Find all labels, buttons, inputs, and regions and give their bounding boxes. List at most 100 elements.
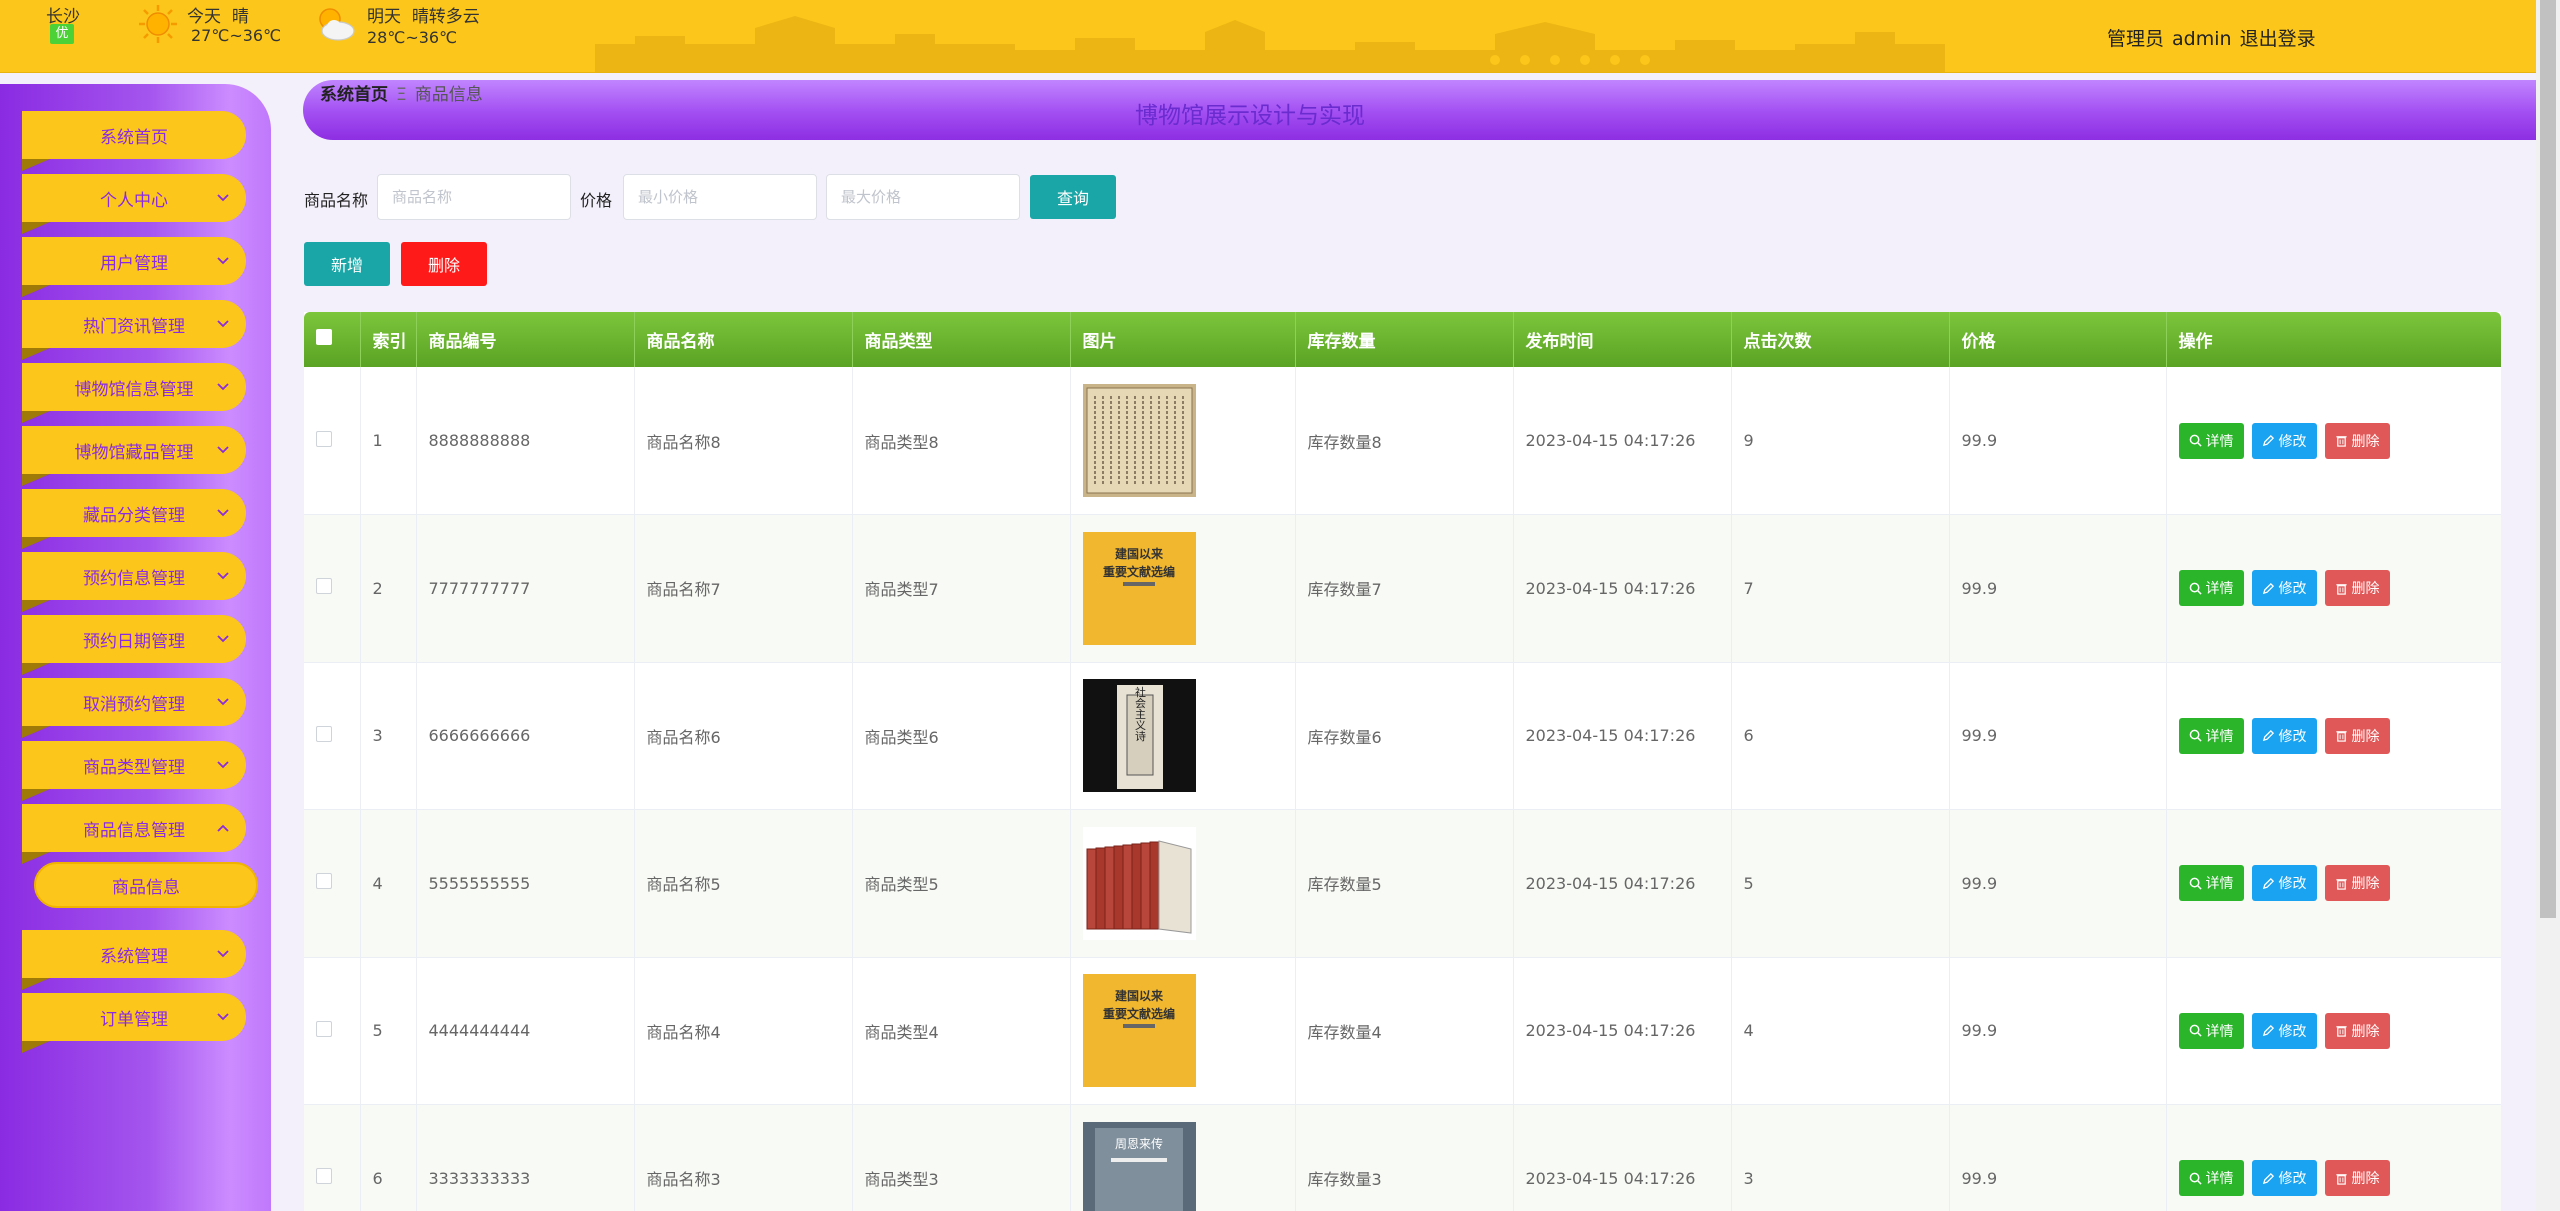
detail-button[interactable]: 详情 bbox=[2178, 1012, 2244, 1049]
cell-type: 商品类型3 bbox=[852, 1104, 1071, 1211]
edit-button[interactable]: 修改 bbox=[2251, 422, 2317, 459]
yellow-book-image: 建国以来重要文献选编 bbox=[1082, 531, 1196, 645]
trash-icon bbox=[2335, 878, 2347, 890]
min-price-input[interactable] bbox=[623, 174, 817, 220]
delete-button[interactable]: 删除 bbox=[2324, 717, 2390, 754]
sidebar-item-label: 博物馆藏品管理 bbox=[74, 442, 194, 463]
chevron-down-icon bbox=[217, 761, 229, 769]
cell-stock: 库存数量8 bbox=[1295, 367, 1514, 515]
col-header-image: 图片 bbox=[1070, 312, 1296, 367]
sidebar-item-orders[interactable]: 订单管理 bbox=[22, 993, 246, 1053]
delete-button[interactable]: 删除 bbox=[2324, 1012, 2390, 1049]
scrollbar-thumb[interactable] bbox=[2540, 0, 2556, 918]
cell-price: 99.9 bbox=[1949, 1104, 2167, 1211]
cell-price: 99.9 bbox=[1949, 514, 2167, 663]
sidebar-item-profile[interactable]: 个人中心 bbox=[22, 174, 246, 234]
delete-button[interactable]: 删除 bbox=[2324, 570, 2390, 607]
detail-button[interactable]: 详情 bbox=[2178, 717, 2244, 754]
product-name-label: 商品名称 bbox=[304, 191, 369, 210]
cell-name: 商品名称7 bbox=[634, 514, 853, 663]
cell-time: 2023-04-15 04:17:26 bbox=[1513, 514, 1732, 663]
detail-button[interactable]: 详情 bbox=[2178, 865, 2244, 902]
edit-button[interactable]: 修改 bbox=[2251, 865, 2317, 902]
sidebar-item-system[interactable]: 系统管理 bbox=[22, 930, 246, 990]
chevron-down-icon bbox=[217, 509, 229, 517]
cell-price: 99.9 bbox=[1949, 367, 2167, 515]
svg-text:重要文献选编: 重要文献选编 bbox=[1102, 564, 1174, 579]
max-price-input[interactable] bbox=[826, 174, 1020, 220]
sidebar-item-museum-info[interactable]: 博物馆信息管理 bbox=[22, 363, 246, 423]
cell-clicks: 7 bbox=[1731, 514, 1950, 663]
cell-price: 99.9 bbox=[1949, 662, 2167, 810]
sidebar-item-label: 商品信息管理 bbox=[83, 820, 185, 841]
edit-button[interactable]: 修改 bbox=[2251, 1012, 2317, 1049]
row-checkbox[interactable] bbox=[316, 1020, 332, 1037]
row-checkbox[interactable] bbox=[316, 1168, 332, 1185]
col-header-time: 发布时间 bbox=[1513, 312, 1732, 367]
table-header-row: 索引 商品编号 商品名称 商品类型 图片 库存数量 发布时间 点击次数 价格 操… bbox=[304, 312, 2501, 367]
search-icon bbox=[2189, 582, 2202, 595]
detail-button[interactable]: 详情 bbox=[2178, 1160, 2244, 1197]
sidebar-item-reservations[interactable]: 预约信息管理 bbox=[22, 552, 246, 612]
add-button[interactable]: 新增 bbox=[304, 242, 390, 286]
sidebar-subitem-product-info[interactable]: 商品信息 bbox=[34, 862, 258, 908]
col-header-type: 商品类型 bbox=[852, 312, 1071, 367]
delete-button[interactable]: 删除 bbox=[2324, 1160, 2390, 1197]
edit-button[interactable]: 修改 bbox=[2251, 1160, 2317, 1197]
sidebar-item-categories[interactable]: 藏品分类管理 bbox=[22, 489, 246, 549]
row-checkbox[interactable] bbox=[316, 873, 332, 890]
edit-button[interactable]: 修改 bbox=[2251, 570, 2317, 607]
row-checkbox[interactable] bbox=[316, 430, 332, 447]
product-name-input[interactable] bbox=[377, 174, 571, 220]
cell-type: 商品类型6 bbox=[852, 662, 1071, 810]
batch-delete-button[interactable]: 删除 bbox=[401, 242, 487, 286]
page-scrollbar[interactable] bbox=[2536, 0, 2560, 1211]
delete-button[interactable]: 删除 bbox=[2324, 422, 2390, 459]
sidebar-item-users[interactable]: 用户管理 bbox=[22, 237, 246, 297]
detail-button[interactable]: 详情 bbox=[2178, 570, 2244, 607]
cell-name: 商品名称6 bbox=[634, 662, 853, 810]
trash-icon bbox=[2335, 731, 2347, 742]
sidebar-item-cancellations[interactable]: 取消预约管理 bbox=[22, 678, 246, 738]
cell-stock: 库存数量7 bbox=[1295, 514, 1514, 663]
row-checkbox[interactable] bbox=[316, 725, 332, 742]
row-checkbox[interactable] bbox=[316, 578, 332, 595]
cell-actions: 详情 修改 删除 bbox=[2166, 957, 2501, 1105]
sidebar-item-product-info[interactable]: 商品信息管理 bbox=[22, 804, 246, 864]
pencil-icon bbox=[2262, 730, 2274, 742]
svg-text:社会主义诗: 社会主义诗 bbox=[1133, 685, 1146, 741]
sidebar-item-reservation-dates[interactable]: 预约日期管理 bbox=[22, 615, 246, 675]
sidebar-subitem-label: 商品信息 bbox=[112, 877, 180, 898]
sidebar-item-product-types[interactable]: 商品类型管理 bbox=[22, 741, 246, 801]
col-header-price: 价格 bbox=[1949, 312, 2167, 367]
select-all-checkbox[interactable] bbox=[316, 329, 332, 345]
query-button[interactable]: 查询 bbox=[1030, 175, 1116, 219]
user-role: 管理员 bbox=[2107, 28, 2165, 50]
user-area: 管理员 admin 退出登录 bbox=[2107, 24, 2324, 51]
sidebar-item-news[interactable]: 热门资讯管理 bbox=[22, 300, 246, 360]
sidebar-item-collections[interactable]: 博物馆藏品管理 bbox=[22, 426, 246, 486]
cell-price: 99.9 bbox=[1949, 809, 2167, 958]
chevron-down-icon bbox=[217, 1013, 229, 1021]
edit-button[interactable]: 修改 bbox=[2251, 717, 2317, 754]
select-all-header[interactable] bbox=[304, 312, 361, 367]
delete-button[interactable]: 删除 bbox=[2324, 865, 2390, 902]
detail-button[interactable]: 详情 bbox=[2178, 422, 2244, 459]
cell-stock: 库存数量5 bbox=[1295, 809, 1514, 958]
search-icon bbox=[2189, 1172, 2202, 1185]
cell-image: 社会主义诗 bbox=[1070, 662, 1296, 810]
cell-index: 4 bbox=[360, 809, 417, 958]
sun-icon bbox=[139, 5, 177, 43]
sidebar-item-label: 系统管理 bbox=[100, 946, 168, 967]
skyline-decoration bbox=[595, 16, 1945, 72]
cell-image bbox=[1070, 367, 1296, 515]
table-row: 4 5555555555 商品名称5 商品类型5 库存数量5 2023-04-1… bbox=[304, 809, 2501, 958]
cell-index: 6 bbox=[360, 1104, 417, 1211]
chevron-down-icon bbox=[217, 320, 229, 328]
logout-link[interactable]: 退出登录 bbox=[2240, 28, 2316, 50]
table-row: 6 3333333333 商品名称3 商品类型3 周恩来传 库存数量3 2023… bbox=[304, 1104, 2501, 1211]
top-bar: 长沙 优 今天 晴 27℃~36℃ 明天 晴转多云 28℃~36℃ 管理员 adm… bbox=[0, 0, 2536, 73]
user-name: admin bbox=[2172, 28, 2232, 50]
col-header-code: 商品编号 bbox=[416, 312, 635, 367]
sidebar-item-label: 博物馆信息管理 bbox=[74, 379, 194, 400]
